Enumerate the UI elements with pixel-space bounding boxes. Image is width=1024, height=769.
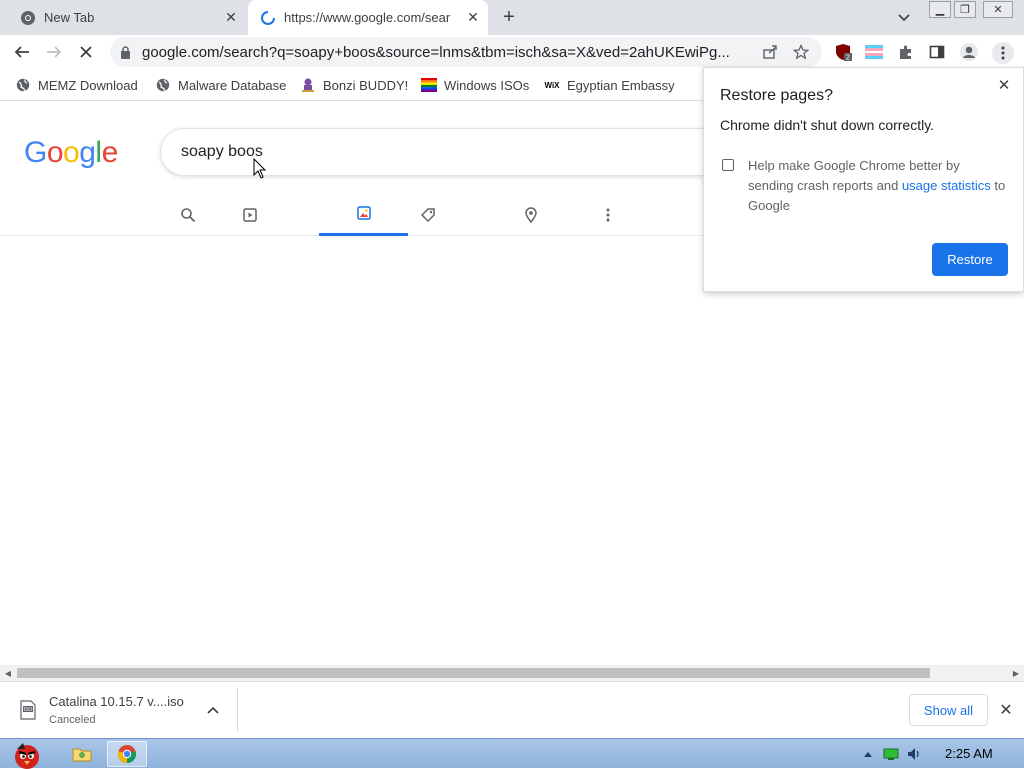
bonzi-icon bbox=[300, 77, 316, 93]
profile-avatar[interactable] bbox=[959, 42, 979, 62]
mouse-cursor-icon bbox=[253, 157, 267, 185]
tab-videos[interactable] bbox=[234, 198, 266, 236]
address-bar[interactable]: google.com/search?q=soapy+boos&source=ln… bbox=[110, 37, 822, 67]
tab-all[interactable] bbox=[172, 198, 204, 236]
globe-icon bbox=[155, 77, 171, 93]
bookmark-memz-download[interactable]: MEMZ Download bbox=[15, 75, 138, 95]
bookmark-bonzi-buddy[interactable]: Bonzi BUDDY! bbox=[300, 75, 408, 95]
close-shelf-icon[interactable]: ✕ bbox=[996, 700, 1016, 720]
tab-title: New Tab bbox=[44, 10, 95, 25]
side-panel-icon[interactable] bbox=[927, 42, 947, 62]
toolbar: google.com/search?q=soapy+boos&source=ln… bbox=[0, 35, 1024, 69]
back-button[interactable] bbox=[10, 40, 34, 64]
tab-more[interactable] bbox=[592, 198, 624, 236]
tab-maps[interactable] bbox=[515, 198, 547, 236]
map-pin-icon bbox=[523, 206, 539, 228]
url-text: google.com/search?q=soapy+boos&source=ln… bbox=[142, 43, 730, 61]
chevron-up-icon[interactable] bbox=[205, 702, 221, 718]
show-all-button[interactable]: Show all bbox=[909, 694, 988, 726]
tab-title: https://www.google.com/sear bbox=[284, 10, 451, 25]
tab-close-icon[interactable]: ✕ bbox=[464, 9, 482, 27]
tab-shopping[interactable] bbox=[412, 198, 444, 236]
scrollbar-thumb[interactable] bbox=[17, 668, 930, 678]
download-status: Canceled bbox=[49, 714, 96, 726]
bookmark-label: Windows ISOs bbox=[444, 77, 530, 93]
tab-images[interactable] bbox=[319, 198, 408, 236]
scroll-left-icon[interactable]: ◀ bbox=[3, 668, 13, 678]
more-vert-icon bbox=[606, 208, 610, 227]
network-icon[interactable] bbox=[883, 746, 899, 762]
tab-close-icon[interactable]: ✕ bbox=[222, 9, 240, 27]
minimize-button[interactable]: ▁ bbox=[929, 1, 951, 18]
video-icon bbox=[242, 207, 258, 228]
tray-expand-icon[interactable] bbox=[860, 746, 876, 762]
tab-strip: New Tab ✕ https://www.google.com/sear ✕ … bbox=[0, 0, 1024, 35]
svg-text:2: 2 bbox=[846, 55, 850, 62]
menu-kebab-icon[interactable] bbox=[992, 42, 1014, 64]
close-icon[interactable]: ✕ bbox=[995, 76, 1013, 94]
puzzle-icon[interactable] bbox=[896, 42, 916, 62]
dialog-message: Chrome didn't shut down correctly. bbox=[720, 117, 935, 133]
tab-google-search[interactable]: https://www.google.com/sear ✕ bbox=[248, 0, 488, 35]
clock[interactable]: 2:25 AM bbox=[945, 746, 993, 761]
taskbar: 2:25 AM bbox=[0, 738, 1024, 769]
download-file-name[interactable]: Catalina 10.15.7 v....iso bbox=[49, 694, 184, 709]
volume-icon[interactable] bbox=[906, 746, 922, 762]
tab-new-tab[interactable]: New Tab ✕ bbox=[8, 0, 246, 35]
stop-loading-button[interactable] bbox=[74, 40, 98, 64]
start-button[interactable] bbox=[4, 741, 50, 769]
restore-button[interactable]: Restore bbox=[932, 243, 1008, 276]
bookmark-malware-database[interactable]: Malware Database bbox=[155, 75, 286, 95]
image-icon bbox=[356, 205, 372, 226]
search-query: soapy boos bbox=[181, 143, 263, 160]
maximize-button[interactable]: ❐ bbox=[954, 1, 976, 18]
tag-icon bbox=[420, 207, 436, 228]
bookmark-label: Egyptian Embassy bbox=[567, 77, 675, 93]
flag-extension-icon[interactable] bbox=[864, 42, 884, 62]
close-window-button[interactable]: ✕ bbox=[983, 1, 1013, 18]
divider bbox=[237, 688, 238, 732]
globe-icon bbox=[15, 77, 31, 93]
forward-button[interactable] bbox=[42, 40, 66, 64]
chrome-taskbar-icon[interactable] bbox=[107, 741, 147, 767]
loading-spinner-icon bbox=[260, 10, 276, 26]
restore-pages-dialog: Restore pages? ✕ Chrome didn't shut down… bbox=[703, 67, 1024, 292]
svg-text:ISO: ISO bbox=[24, 707, 33, 713]
bookmark-egyptian-embassy[interactable]: WiX Egyptian Embassy bbox=[544, 75, 675, 95]
new-tab-button[interactable]: + bbox=[498, 6, 520, 28]
scroll-right-icon[interactable]: ▶ bbox=[1011, 668, 1021, 678]
lock-icon[interactable] bbox=[120, 45, 132, 59]
wix-icon: WiX bbox=[544, 80, 560, 90]
search-input[interactable]: soapy boos bbox=[160, 128, 760, 176]
ublock-extension-icon[interactable]: 2 bbox=[833, 42, 853, 62]
checkbox-label: Help make Google Chrome better by sendin… bbox=[748, 156, 1008, 216]
crash-report-checkbox[interactable] bbox=[722, 159, 734, 171]
share-icon[interactable] bbox=[761, 43, 779, 61]
bookmark-label: MEMZ Download bbox=[38, 77, 138, 93]
usage-statistics-link[interactable]: usage statistics bbox=[902, 178, 991, 193]
bookmark-label: Malware Database bbox=[178, 77, 287, 93]
chrome-icon bbox=[20, 10, 36, 26]
dialog-title: Restore pages? bbox=[720, 87, 833, 104]
horizontal-scrollbar[interactable]: ◀ ▶ bbox=[0, 665, 1024, 681]
iso-file-icon: ISO bbox=[20, 700, 38, 720]
file-explorer-icon[interactable] bbox=[62, 741, 102, 767]
search-icon bbox=[180, 207, 196, 228]
download-shelf: ISO Catalina 10.15.7 v....iso Canceled S… bbox=[0, 681, 1024, 738]
bookmark-windows-isos[interactable]: Windows ISOs bbox=[421, 75, 529, 95]
bookmark-star-icon[interactable] bbox=[792, 43, 810, 61]
rainbow-flag-icon bbox=[421, 77, 437, 93]
bookmark-label: Bonzi BUDDY! bbox=[323, 77, 409, 93]
tab-search-icon[interactable] bbox=[894, 8, 914, 28]
google-logo[interactable]: Google bbox=[24, 136, 118, 170]
